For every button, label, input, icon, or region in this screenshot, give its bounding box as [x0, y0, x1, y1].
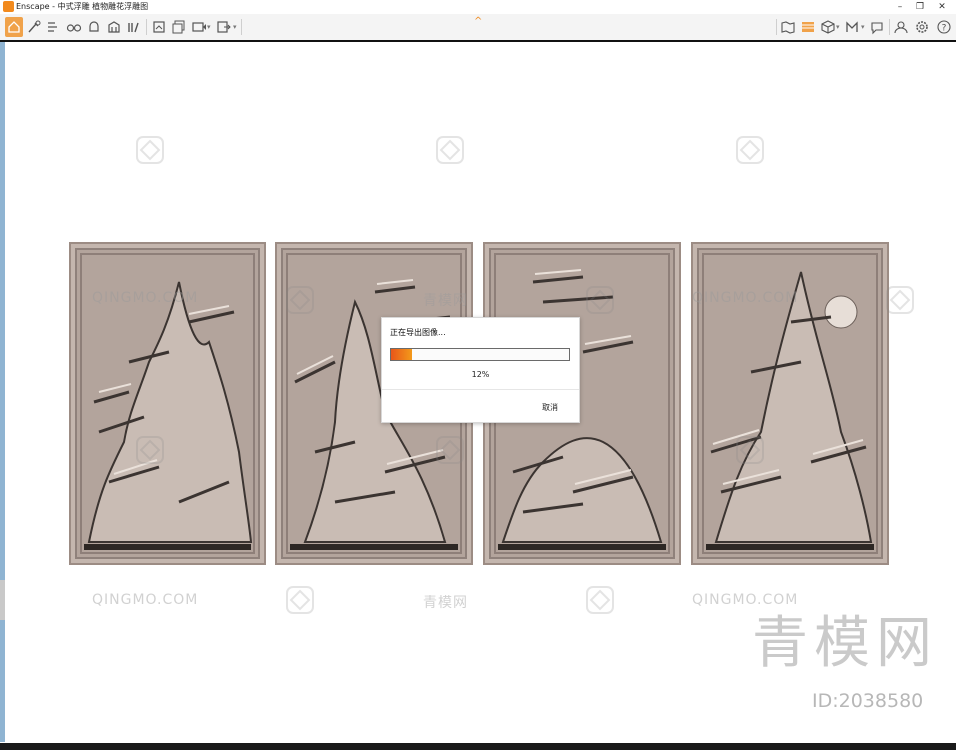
bell-icon[interactable]	[85, 17, 103, 37]
watermark-logo-icon	[135, 435, 165, 465]
toolbar-separator	[241, 19, 242, 35]
progress-fill	[391, 349, 413, 360]
batch-render-icon[interactable]	[170, 17, 188, 37]
enscape-logo-icon	[3, 1, 14, 12]
video-export-dropdown-icon[interactable]: ▾	[207, 17, 211, 37]
building-icon[interactable]	[105, 17, 123, 37]
map-icon[interactable]	[779, 17, 797, 37]
upload-dropdown-icon[interactable]: ▾	[861, 17, 865, 37]
watermark-logo-icon	[285, 585, 315, 615]
watermark-text: QINGMO.COM	[692, 290, 799, 306]
bottom-edge	[0, 743, 956, 750]
watermark-logo-icon	[735, 435, 765, 465]
watermark-big-text: 青模网	[752, 611, 938, 676]
watermark-logo-icon	[585, 585, 615, 615]
watermark-id: ID:2038580	[812, 690, 924, 712]
title-bar: Enscape - 中式浮雕 植物雕花浮雕图 – ❐ ✕	[0, 0, 956, 14]
exe-export-dropdown-icon[interactable]: ▾	[233, 17, 237, 37]
close-button[interactable]: ✕	[932, 0, 952, 14]
settings-gear-icon[interactable]	[913, 17, 931, 37]
progress-percent: 12%	[471, 370, 490, 379]
watermark-logo-icon	[585, 285, 615, 315]
window-title: Enscape - 中式浮雕 植物雕花浮雕图	[16, 2, 149, 11]
watermark-logo-icon	[135, 135, 165, 165]
watermark-logo-icon	[735, 135, 765, 165]
upload-icon[interactable]	[843, 17, 861, 37]
video-export-icon[interactable]	[190, 17, 208, 37]
watermark-logo-icon	[435, 435, 465, 465]
watermark-text: QINGMO.COM	[92, 592, 199, 608]
feedback-icon[interactable]	[868, 17, 886, 37]
progress-bar	[390, 348, 570, 361]
material-editor-icon[interactable]	[799, 17, 817, 37]
watermark-logo-icon	[435, 135, 465, 165]
asset-library-icon[interactable]	[819, 17, 837, 37]
cancel-button[interactable]: 取消	[542, 402, 558, 413]
watermark-logo-icon	[885, 285, 915, 315]
minimize-button[interactable]: –	[890, 0, 910, 14]
account-icon[interactable]	[892, 17, 910, 37]
home-icon[interactable]	[5, 17, 23, 37]
restore-button[interactable]: ❐	[910, 0, 930, 14]
dialog-title: 正在导出图像...	[390, 328, 446, 337]
exe-export-icon[interactable]	[214, 17, 232, 37]
toolbar-collapse-icon[interactable]: ^	[474, 16, 482, 27]
viewport-top-border	[0, 40, 956, 42]
svg-text:?: ?	[942, 24, 947, 34]
asset-library-dropdown-icon[interactable]: ▾	[836, 17, 840, 37]
binoculars-icon[interactable]	[65, 17, 83, 37]
help-icon[interactable]: ?	[935, 17, 953, 37]
toolbar-separator	[889, 19, 890, 35]
brush-icon[interactable]	[25, 17, 43, 37]
desktop-edge	[0, 42, 5, 742]
desktop-edge-icon	[0, 580, 5, 620]
toolbar-separator	[776, 19, 777, 35]
toolbar-separator	[146, 19, 147, 35]
watermark-text: 青模网	[423, 293, 468, 309]
watermark-text: 青模网	[423, 595, 468, 611]
watermark-logo-icon	[285, 285, 315, 315]
settings-list-icon[interactable]	[45, 17, 63, 37]
export-progress-dialog: 正在导出图像... 12% 取消	[381, 317, 580, 423]
books-icon[interactable]	[125, 17, 143, 37]
watermark-text: QINGMO.COM	[92, 290, 199, 306]
screenshot-export-icon[interactable]	[150, 17, 168, 37]
dialog-divider	[382, 389, 579, 390]
